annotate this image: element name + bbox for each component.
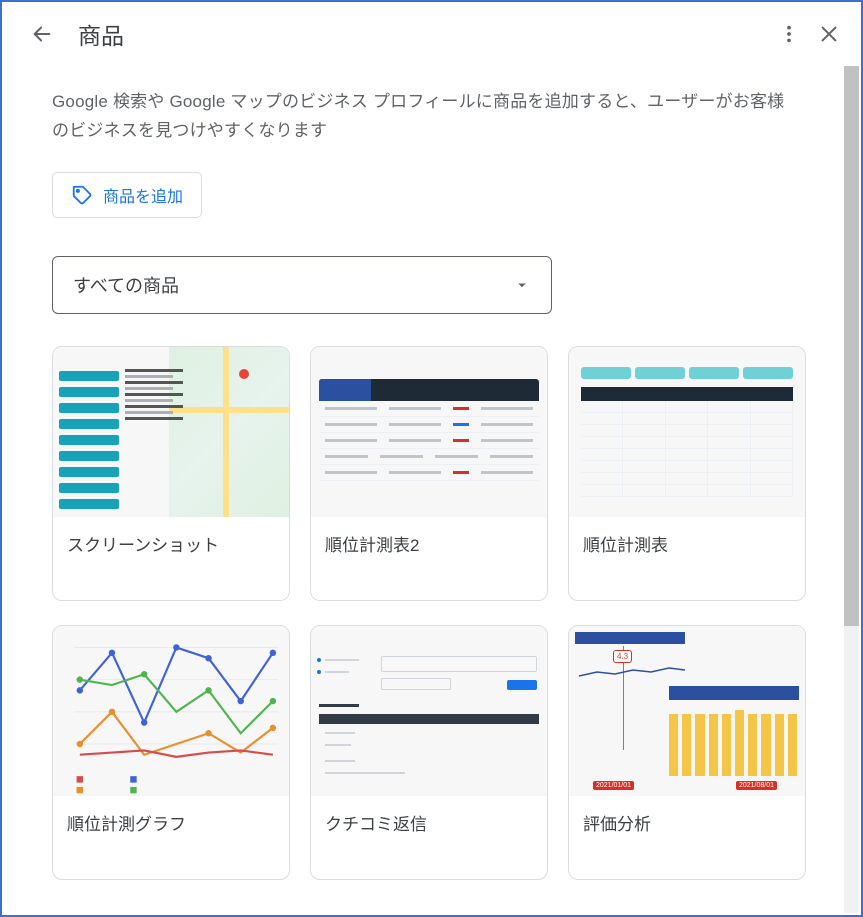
product-card[interactable]: 順位計測グラフ xyxy=(52,625,290,880)
add-product-label: 商品を追加 xyxy=(103,183,183,207)
product-title: 順位計測表 xyxy=(569,517,805,600)
back-button[interactable] xyxy=(22,14,62,54)
product-card[interactable]: 4.3 2021/01/01 2021/08/01 評価分析 xyxy=(568,625,806,880)
app-bar: 商品 xyxy=(2,2,861,66)
product-title: 順位計測グラフ xyxy=(53,796,289,879)
dropdown-selected-label: すべての商品 xyxy=(73,272,179,298)
page-title: 商品 xyxy=(78,17,124,51)
product-title: スクリーンショット xyxy=(53,517,289,600)
add-product-button[interactable]: 商品を追加 xyxy=(52,172,202,218)
vertical-scrollbar[interactable] xyxy=(844,66,859,913)
product-thumbnail xyxy=(53,347,289,517)
more-button[interactable] xyxy=(769,14,809,54)
scroll-area: Google 検索や Google マップのビジネス プロフィールに商品を追加す… xyxy=(4,66,844,913)
product-card[interactable]: 順位計測表 xyxy=(568,346,806,601)
product-filter-dropdown[interactable]: すべての商品 xyxy=(52,256,552,314)
intro-text: Google 検索や Google マップのビジネス プロフィールに商品を追加す… xyxy=(52,88,796,146)
product-thumbnail: 4.3 2021/01/01 2021/08/01 xyxy=(569,626,805,796)
product-card[interactable]: クチコミ返信 xyxy=(310,625,548,880)
more-vert-icon xyxy=(778,23,800,45)
product-title: 評価分析 xyxy=(569,796,805,879)
arrow-left-icon xyxy=(31,23,53,45)
product-thumbnail xyxy=(311,626,547,796)
product-grid: スクリーンショット 順位計測表2 xyxy=(52,346,796,880)
product-title: 順位計測表2 xyxy=(311,517,547,600)
tag-icon xyxy=(71,184,93,206)
product-title: クチコミ返信 xyxy=(311,796,547,879)
product-card[interactable]: スクリーンショット xyxy=(52,346,290,601)
close-icon xyxy=(818,23,840,45)
product-thumbnail xyxy=(311,347,547,517)
content: Google 検索や Google マップのビジネス プロフィールに商品を追加す… xyxy=(4,66,844,880)
product-thumbnail xyxy=(53,626,289,796)
product-card[interactable]: 順位計測表2 xyxy=(310,346,548,601)
close-button[interactable] xyxy=(809,14,849,54)
chart-icon xyxy=(53,626,289,796)
caret-down-icon xyxy=(513,276,531,294)
scrollbar-thumb[interactable] xyxy=(844,66,859,626)
product-thumbnail xyxy=(569,347,805,517)
